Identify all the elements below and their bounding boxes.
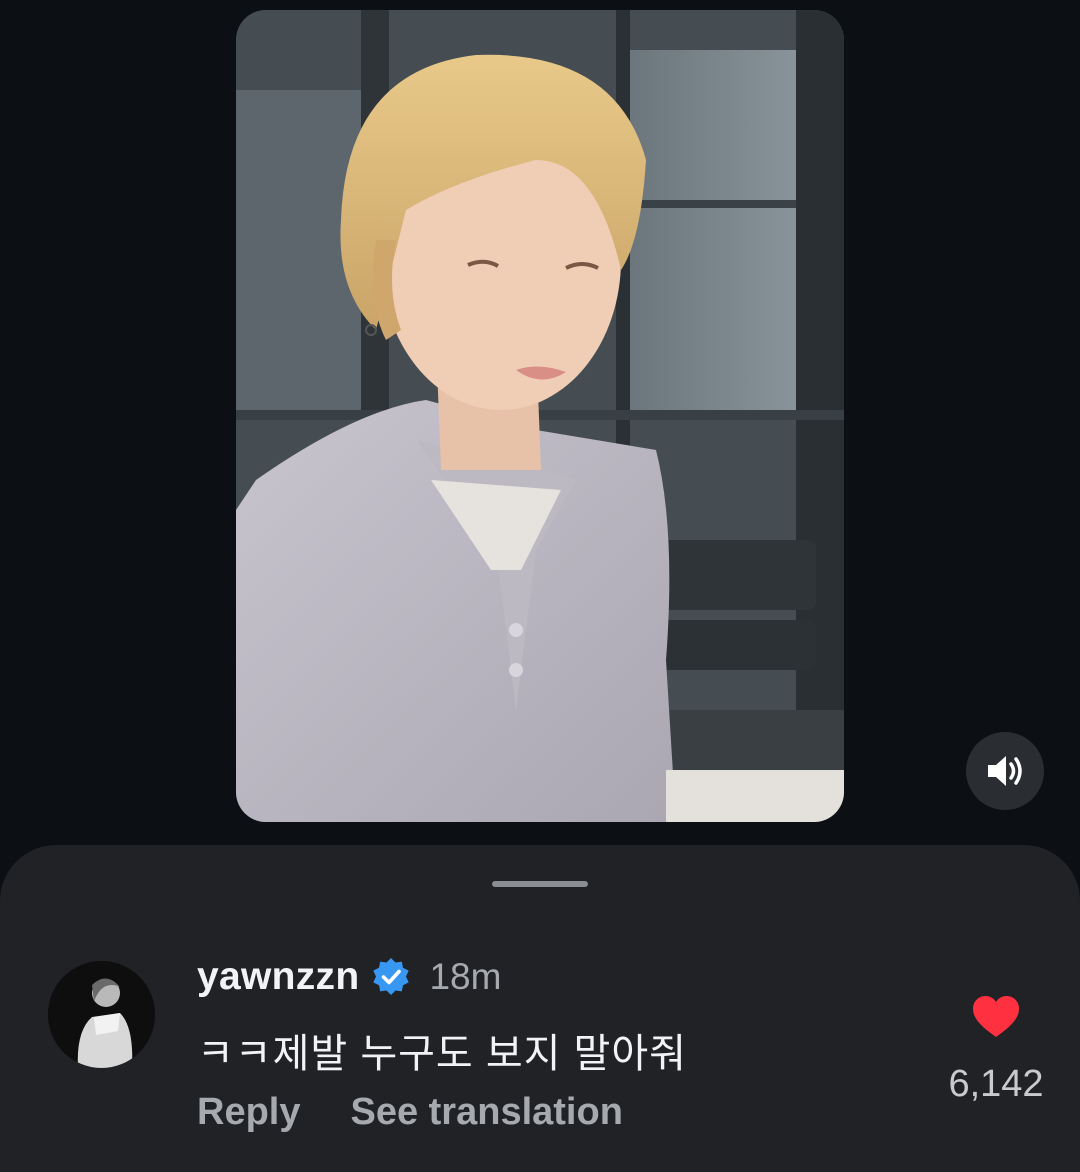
avatar-image xyxy=(48,961,155,1068)
video-frame-image xyxy=(236,10,844,822)
comments-sheet: yawnzzn 18m ㅋㅋ제발 누구도 보지 말아줘 Reply See tr… xyxy=(0,845,1080,1172)
see-translation-button[interactable]: See translation xyxy=(350,1091,622,1134)
screen: yawnzzn 18m ㅋㅋ제발 누구도 보지 말아줘 Reply See tr… xyxy=(0,0,1080,1172)
volume-button[interactable] xyxy=(966,732,1044,810)
drag-handle[interactable] xyxy=(492,881,588,887)
speaker-on-icon xyxy=(988,756,1022,786)
like-count: 6,142 xyxy=(948,1063,1044,1105)
heart-icon[interactable] xyxy=(972,995,1020,1039)
username[interactable]: yawnzzn xyxy=(197,955,359,999)
reply-button[interactable]: Reply xyxy=(197,1091,300,1134)
video-player[interactable] xyxy=(236,10,844,822)
avatar[interactable] xyxy=(48,961,155,1068)
comment-text: ㅋㅋ제발 누구도 보지 말아줘 xyxy=(197,1032,687,1076)
comment-header: yawnzzn 18m xyxy=(197,951,501,1003)
comment-actions: Reply See translation xyxy=(197,1091,623,1134)
like-area: 6,142 xyxy=(930,995,1062,1115)
verified-badge-icon xyxy=(373,958,410,995)
timestamp: 18m xyxy=(429,956,502,997)
